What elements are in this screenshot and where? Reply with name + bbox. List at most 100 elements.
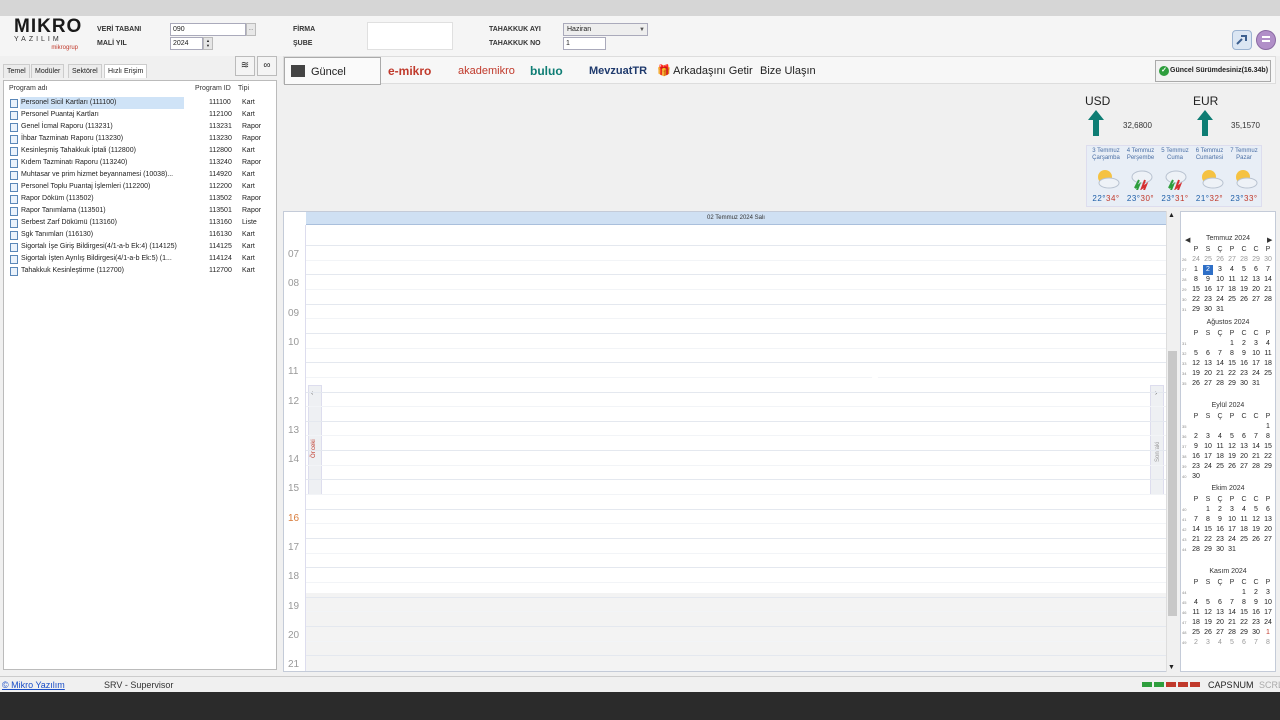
calendar-day[interactable]: 16 [1239,359,1249,369]
calendar-day[interactable]: 30 [1215,545,1225,555]
calendar-day[interactable]: 18 [1215,452,1225,462]
layers-icon[interactable]: ≋ [235,56,255,76]
calendar-day[interactable]: 6 [1215,598,1225,608]
calendar-day[interactable]: 10 [1203,442,1213,452]
calendar-day[interactable]: 21 [1215,369,1225,379]
calendar-day[interactable]: 11 [1215,442,1225,452]
calendar-day[interactable]: 4 [1191,598,1201,608]
scroll-down-icon[interactable]: ▼ [1168,664,1175,671]
calendar-day[interactable]: 1 [1203,505,1213,515]
column-program-adi[interactable]: Program adı [9,85,48,92]
calendar-day[interactable]: 8 [1191,275,1201,285]
calendar-day[interactable]: 31 [1227,545,1237,555]
calendar-day[interactable]: 30 [1191,472,1201,482]
calendar-day[interactable]: 12 [1203,608,1213,618]
binoculars-icon[interactable]: ∞ [257,56,277,76]
calendar-day[interactable]: 30 [1251,628,1261,638]
calendar-day[interactable]: 15 [1263,442,1273,452]
calendar-day[interactable]: 14 [1263,275,1273,285]
calendar-day[interactable]: 17 [1263,608,1273,618]
calendar-day[interactable]: 6 [1203,349,1213,359]
mevzuattr-link[interactable]: MevzuatTR [589,57,647,85]
table-row[interactable]: Sigortalı İşten Ayrılış Bildirgesi(4/1-a… [4,253,276,265]
calendar-day[interactable]: 11 [1239,515,1249,525]
veri-tabani-browse-button[interactable]: ... [246,23,256,36]
calendar-day[interactable]: 28 [1239,255,1249,265]
calendar-day[interactable]: 24 [1251,369,1261,379]
calendar-day[interactable]: 31 [1215,305,1225,315]
calendar-day[interactable]: 25 [1239,535,1249,545]
calendar-day[interactable]: 26 [1227,462,1237,472]
calendar-day[interactable]: 2 [1191,638,1201,648]
calendar-day[interactable]: 3 [1263,588,1273,598]
guncel-durum-button[interactable]: Güncel Durum [284,57,381,106]
calendar-day[interactable]: 24 [1215,295,1225,305]
calendar-day[interactable]: 28 [1191,545,1201,555]
calendar-day[interactable]: 5 [1227,432,1237,442]
calendar-day[interactable]: 5 [1227,638,1237,648]
firma-sube-display[interactable] [367,22,453,50]
calendar-day[interactable]: 21 [1263,285,1273,295]
calendar-day[interactable]: 23 [1251,618,1261,628]
calendar-day[interactable]: 10 [1215,275,1225,285]
calendar-scrollbar[interactable]: ▲ ▼ [1166,211,1177,672]
calendar-day[interactable]: 28 [1263,295,1273,305]
table-row[interactable]: Serbest Zarf Dökümü (113160) 113160 Liste [4,217,276,229]
calendar-day[interactable]: 12 [1191,359,1201,369]
calendar-day[interactable]: 7 [1251,638,1261,648]
calendar-day[interactable]: 20 [1203,369,1213,379]
calendar-day[interactable]: 13 [1251,275,1261,285]
calendar-day[interactable]: 2 [1215,505,1225,515]
calendar-day[interactable]: 21 [1251,452,1261,462]
calendar-day[interactable]: 1 [1263,628,1273,638]
calendar-day[interactable]: 6 [1239,638,1249,648]
calendar-day[interactable]: 29 [1251,255,1261,265]
calendar-day[interactable]: 25 [1215,462,1225,472]
calendar-day[interactable]: 4 [1215,638,1225,648]
calendar-day[interactable]: 30 [1239,379,1249,389]
calendar-day[interactable]: 4 [1227,265,1237,275]
calendar-day[interactable]: 10 [1227,515,1237,525]
table-row[interactable]: Rapor Döküm (113502) 113502 Rapor [4,193,276,205]
calendar-day[interactable]: 15 [1239,608,1249,618]
table-row[interactable]: Muhtasar ve prim hizmet beyannamesi (100… [4,169,276,181]
calendar-day[interactable]: 27 [1251,295,1261,305]
calendar-day[interactable]: 13 [1203,359,1213,369]
calendar-day[interactable]: 3 [1227,505,1237,515]
calendar-day[interactable]: 8 [1203,515,1213,525]
tab-sektorel[interactable]: Sektörel [68,64,102,78]
calendar-day[interactable]: 22 [1263,452,1273,462]
calendar-day[interactable]: 24 [1227,535,1237,545]
calendar-day[interactable]: 13 [1215,608,1225,618]
calendar-day[interactable]: 7 [1227,598,1237,608]
mikro-yazilim-link[interactable]: © Mikro Yazılım [2,680,65,690]
calendar-day[interactable]: 19 [1191,369,1201,379]
calendar-day[interactable]: 27 [1263,535,1273,545]
calendar-day[interactable]: 15 [1191,285,1201,295]
calendar-day[interactable]: 22 [1239,618,1249,628]
table-row[interactable]: Tahakkuk Kesinleştirme (112700) 112700 Kar… [4,265,276,277]
calendar-day[interactable]: 17 [1203,452,1213,462]
calendar-day[interactable]: 26 [1215,255,1225,265]
table-row[interactable]: Sgk Tanımları (116130) 116130 Kart [4,229,276,241]
calendar-day[interactable]: 22 [1191,295,1201,305]
calendar-day[interactable]: 29 [1203,545,1213,555]
calendar-day[interactable]: 19 [1251,525,1261,535]
calendar-day[interactable]: 26 [1239,295,1249,305]
calendar-day[interactable]: 29 [1239,628,1249,638]
calendar-day[interactable]: 19 [1203,618,1213,628]
calendar-day[interactable]: 3 [1251,339,1261,349]
calendar-day[interactable]: 25 [1263,369,1273,379]
calendar-day[interactable]: 2 [1239,339,1249,349]
calendar-day[interactable]: 16 [1251,608,1261,618]
calendar-day[interactable]: 20 [1251,285,1261,295]
calendar-day[interactable]: 2 [1191,432,1201,442]
calendar-day[interactable]: 8 [1263,638,1273,648]
calendar-day[interactable]: 14 [1251,442,1261,452]
bize-ulasin-button[interactable]: Bize Ulaşın [760,57,816,85]
calendar-day[interactable]: 13 [1239,442,1249,452]
calendar-day[interactable]: 25 [1191,628,1201,638]
calendar-day[interactable]: 1 [1191,265,1201,275]
calendar-day[interactable]: 11 [1227,275,1237,285]
calendar-day[interactable]: 20 [1215,618,1225,628]
